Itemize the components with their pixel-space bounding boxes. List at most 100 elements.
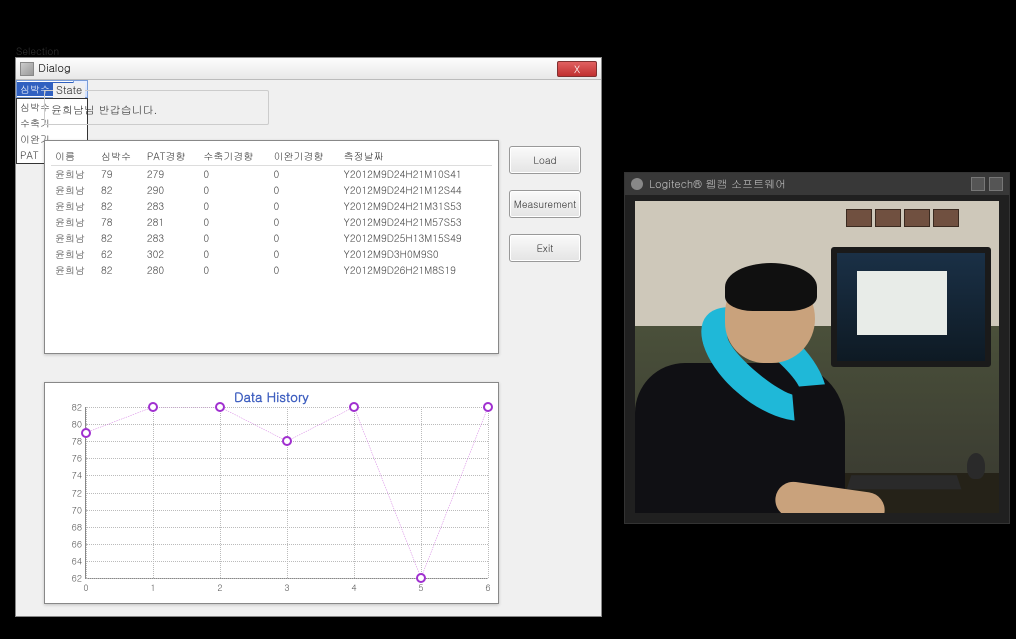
table-cell: 0	[269, 262, 339, 278]
webcam-title-text: Logitech® 웹캠 소프트웨어	[649, 177, 786, 192]
webcam-window: Logitech® 웹캠 소프트웨어	[624, 172, 1010, 524]
load-button[interactable]: Load	[509, 146, 581, 174]
state-group-label: State	[53, 83, 85, 98]
column-header[interactable]: 심박수	[97, 147, 143, 166]
mouse-in-scene	[967, 453, 985, 479]
y-tick-label: 68	[56, 520, 82, 533]
table-cell: 62	[97, 246, 143, 262]
table-cell: 283	[143, 198, 199, 214]
table-cell: 0	[269, 182, 339, 198]
table-cell: 82	[97, 262, 143, 278]
table-cell: 0	[199, 262, 269, 278]
chart-data-point[interactable]	[215, 402, 225, 412]
table-cell: Y2012M9D26H21M8S19	[340, 262, 492, 278]
x-tick-label: 3	[284, 581, 289, 594]
table-row[interactable]: 윤희남8229000Y2012M9D24H21M12S44	[51, 182, 492, 198]
column-header[interactable]: 이완기경향	[269, 147, 339, 166]
table-cell: 280	[143, 262, 199, 278]
window-title: Dialog	[38, 61, 71, 76]
chart-data-point[interactable]	[282, 436, 292, 446]
column-header[interactable]: 측정날짜	[340, 147, 492, 166]
column-header[interactable]: PAT경향	[143, 147, 199, 166]
table-cell: 82	[97, 230, 143, 246]
table-cell: 78	[97, 214, 143, 230]
dialog-titlebar[interactable]: Dialog X	[16, 58, 601, 80]
table-cell: Y2012M9D24H21M10S41	[340, 166, 492, 183]
table-cell: 0	[199, 166, 269, 183]
table-cell: 윤희남	[51, 214, 97, 230]
table-row[interactable]: 윤희남8228300Y2012M9D25H13M15S49	[51, 230, 492, 246]
column-header[interactable]: 이름	[51, 147, 97, 166]
x-tick-label: 4	[351, 581, 356, 594]
exit-button[interactable]: Exit	[509, 234, 581, 262]
x-tick-label: 6	[485, 581, 490, 594]
webcam-video-feed	[635, 201, 999, 513]
person-in-scene	[635, 253, 875, 513]
x-tick-label: 1	[150, 581, 155, 594]
table-row[interactable]: 윤희남8228300Y2012M9D24H21M31S53	[51, 198, 492, 214]
y-tick-label: 72	[56, 486, 82, 499]
table-row[interactable]: 윤희남6230200Y2012M9D3H0M9S0	[51, 246, 492, 262]
table-cell: 윤희남	[51, 182, 97, 198]
table-cell: 0	[269, 230, 339, 246]
chart-data-point[interactable]	[349, 402, 359, 412]
table-cell: 0	[199, 198, 269, 214]
measurement-button[interactable]: Measurement	[509, 190, 581, 218]
table-cell: 302	[143, 246, 199, 262]
table-cell: Y2012M9D25H13M15S49	[340, 230, 492, 246]
window-icon	[20, 62, 34, 76]
table-cell: 0	[269, 166, 339, 183]
data-table[interactable]: 이름심박수PAT경향수축기경향이완기경향측정날짜 윤희남7927900Y2012…	[51, 147, 492, 278]
table-cell: 290	[143, 182, 199, 198]
y-tick-label: 74	[56, 469, 82, 482]
selection-label: Selection	[16, 44, 59, 58]
table-cell: 0	[199, 230, 269, 246]
x-tick-label: 2	[217, 581, 222, 594]
table-cell: Y2012M9D24H21M12S44	[340, 182, 492, 198]
table-cell: 0	[269, 246, 339, 262]
table-cell: Y2012M9D3H0M9S0	[340, 246, 492, 262]
table-cell: 281	[143, 214, 199, 230]
chart-plot-area[interactable]: 62646668707274767880820123456	[85, 407, 488, 579]
x-tick-label: 0	[83, 581, 88, 594]
chart-frame: Data History 626466687072747678808201234…	[44, 382, 499, 604]
table-cell: 82	[97, 198, 143, 214]
state-message: 윤희남님 반갑습니다.	[51, 103, 157, 118]
webcam-titlebar[interactable]: Logitech® 웹캠 소프트웨어	[625, 173, 1009, 195]
table-row[interactable]: 윤희남8228000Y2012M9D26H21M8S19	[51, 262, 492, 278]
table-cell: 279	[143, 166, 199, 183]
table-cell: 윤희남	[51, 246, 97, 262]
close-button[interactable]: X	[557, 61, 597, 77]
dialog-window: Dialog X State 윤희남님 반갑습니다. 이름심박수PAT경향수축기…	[15, 57, 602, 617]
table-cell: 0	[269, 198, 339, 214]
chart-data-point[interactable]	[416, 573, 426, 583]
table-cell: 윤희남	[51, 198, 97, 214]
table-cell: 0	[199, 182, 269, 198]
data-table-frame: 이름심박수PAT경향수축기경향이완기경향측정날짜 윤희남7927900Y2012…	[44, 140, 499, 354]
table-cell: 윤희남	[51, 230, 97, 246]
chart-title: Data History	[45, 387, 498, 406]
y-tick-label: 70	[56, 503, 82, 516]
chart-data-point[interactable]	[148, 402, 158, 412]
table-row[interactable]: 윤희남7927900Y2012M9D24H21M10S41	[51, 166, 492, 183]
table-cell: 0	[269, 214, 339, 230]
y-tick-label: 82	[56, 401, 82, 414]
column-header[interactable]: 수축기경향	[199, 147, 269, 166]
table-cell: Y2012M9D24H21M31S53	[340, 198, 492, 214]
y-tick-label: 80	[56, 418, 82, 431]
table-cell: Y2012M9D24H21M57S53	[340, 214, 492, 230]
webcam-help-button[interactable]	[971, 177, 985, 191]
webcam-close-button[interactable]	[989, 177, 1003, 191]
table-cell: 82	[97, 182, 143, 198]
y-tick-label: 62	[56, 572, 82, 585]
webcam-app-icon	[631, 178, 643, 190]
y-tick-label: 64	[56, 554, 82, 567]
chart-data-point[interactable]	[483, 402, 493, 412]
table-cell: 윤희남	[51, 166, 97, 183]
table-cell: 0	[199, 246, 269, 262]
table-cell: 0	[199, 214, 269, 230]
chart-data-point[interactable]	[81, 428, 91, 438]
y-tick-label: 78	[56, 435, 82, 448]
table-row[interactable]: 윤희남7828100Y2012M9D24H21M57S53	[51, 214, 492, 230]
y-tick-label: 76	[56, 452, 82, 465]
